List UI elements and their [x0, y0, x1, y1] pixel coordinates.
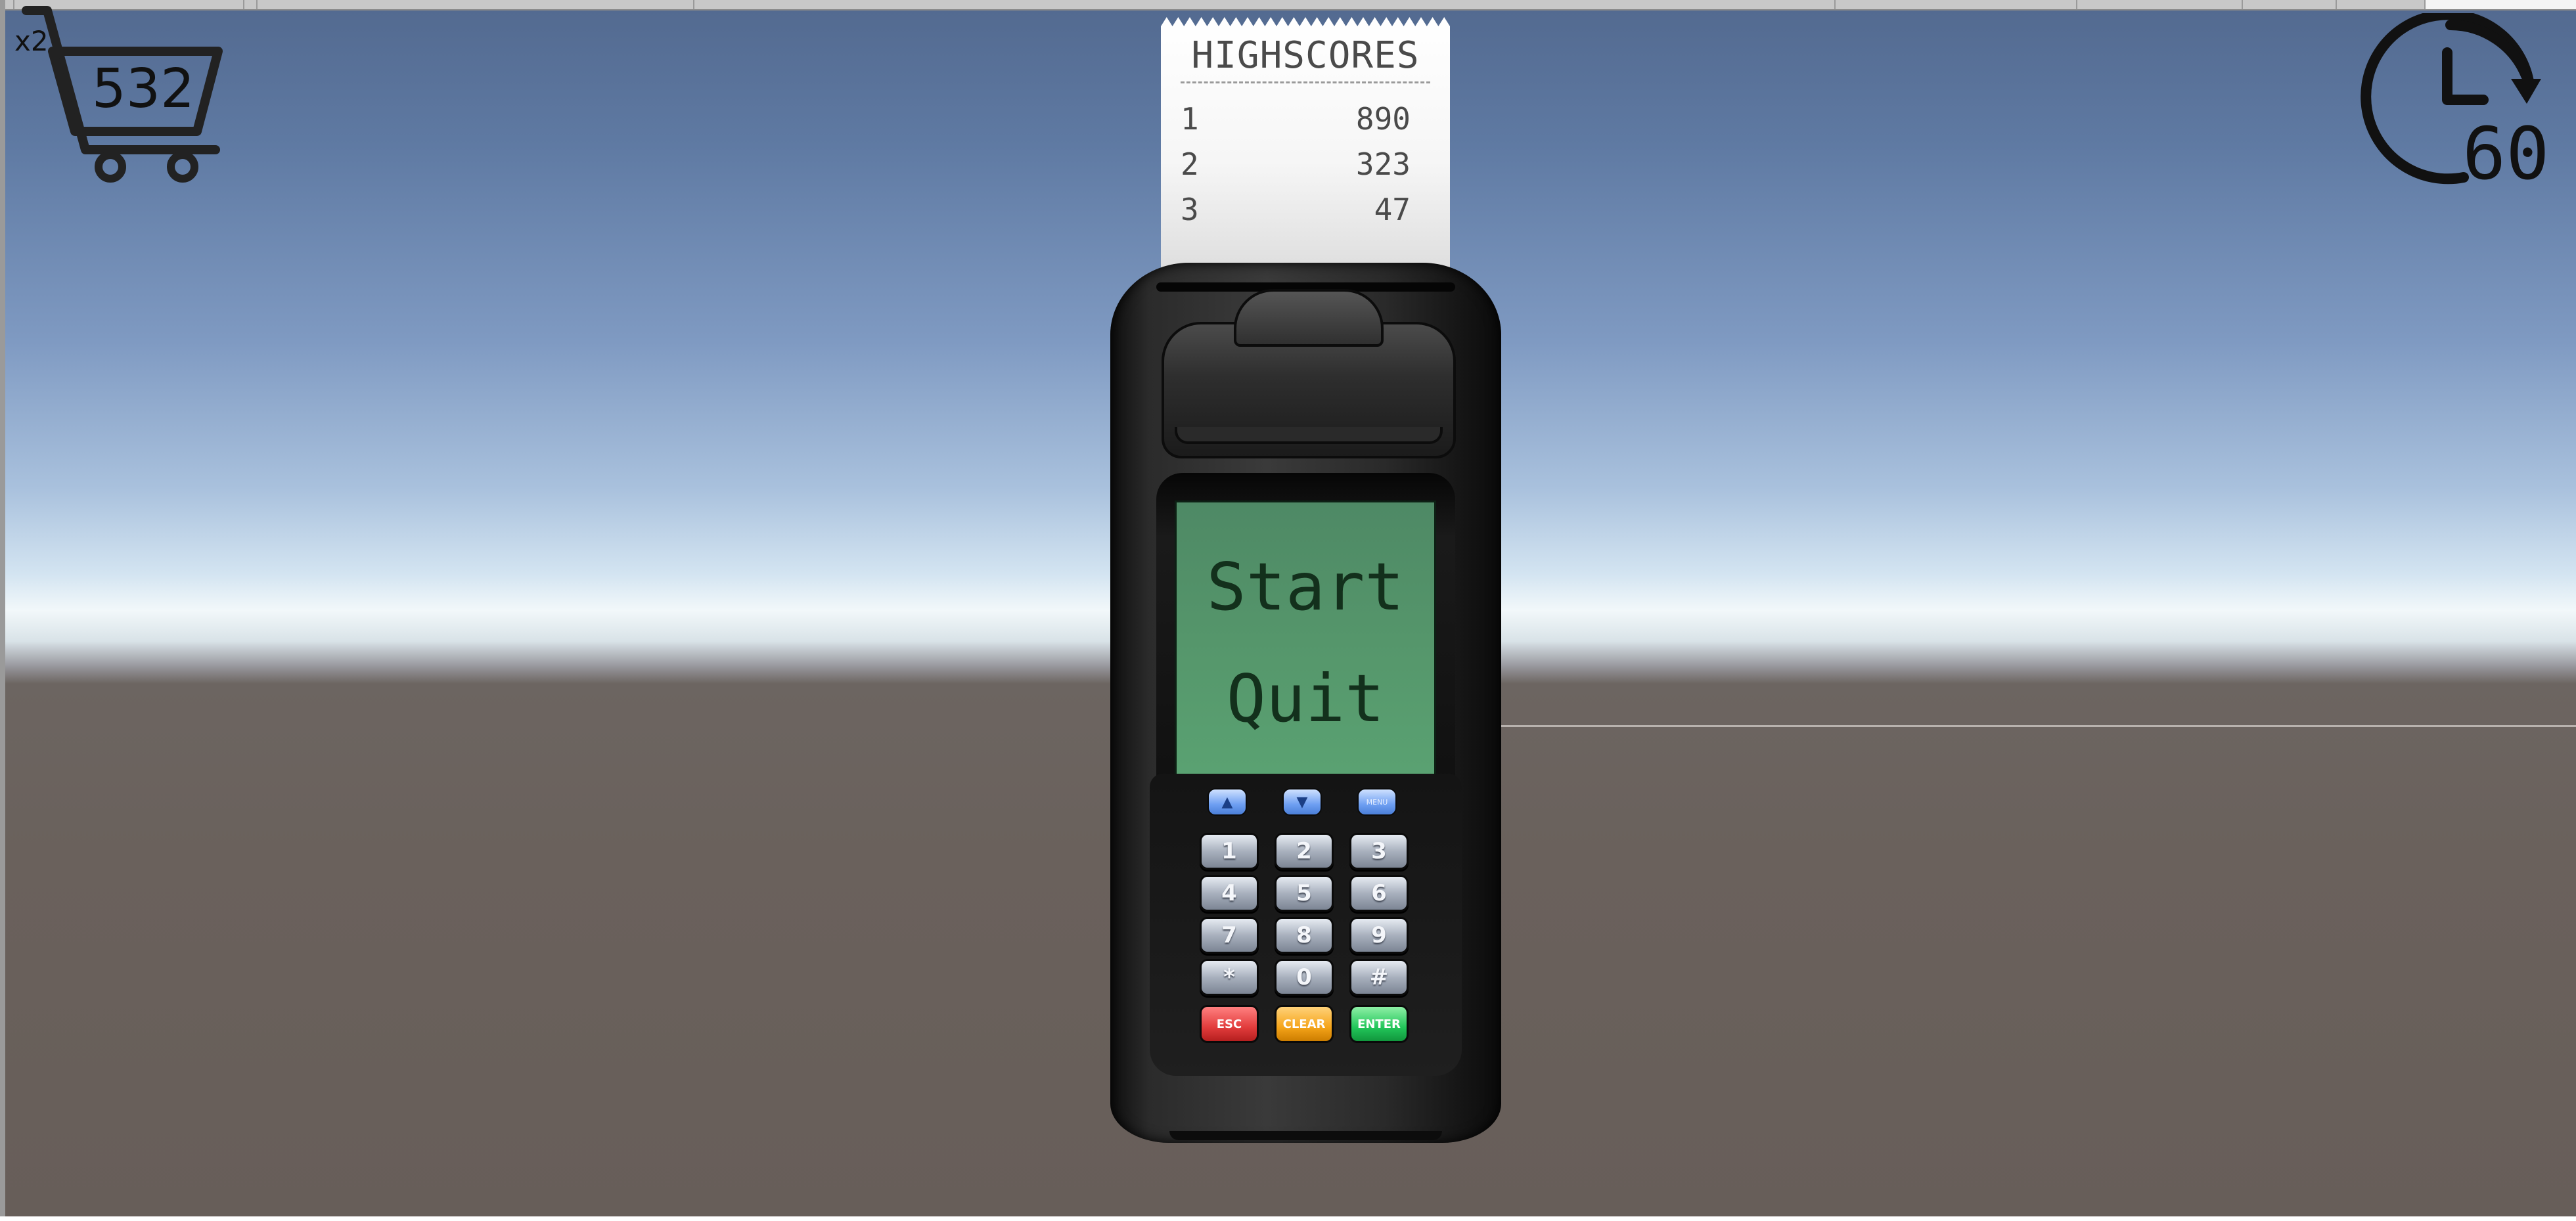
down-arrow-icon: ▼ — [1296, 793, 1308, 810]
quit-menu-item[interactable]: Quit — [1177, 660, 1434, 737]
timer-hud: 60 — [2359, 9, 2569, 197]
toolbar-field — [2424, 0, 2576, 9]
window-edge — [0, 0, 5, 1221]
highscore-rank: 3 — [1181, 192, 1199, 227]
highscore-row: 2 323 — [1181, 146, 1411, 186]
window-edge — [0, 1216, 2576, 1221]
score-multiplier: x2 — [14, 25, 49, 57]
cart-score-value: 532 — [91, 58, 195, 120]
cart-score-hud: x2 532 — [7, 5, 237, 189]
game-scene: x2 532 60 HIGHSCORES 1 890 2 323 3 47 St… — [0, 0, 2576, 1221]
keypad: ▲ ▼ MENU 1 2 3 4 5 6 7 8 9 * 0 # ESC CLE… — [1150, 774, 1462, 1076]
highscore-rank: 2 — [1181, 146, 1199, 182]
toolbar-divider — [256, 0, 258, 9]
payment-terminal: Start Quit ▲ ▼ MENU 1 2 3 4 5 6 7 8 9 * … — [1110, 263, 1501, 1143]
start-menu-item[interactable]: Start — [1177, 548, 1434, 625]
timer-value: 60 — [2462, 112, 2550, 196]
highscore-value: 323 — [1355, 146, 1411, 182]
key-4[interactable]: 4 — [1200, 875, 1259, 912]
highscore-value: 890 — [1355, 101, 1411, 137]
receipt-divider — [1181, 81, 1430, 83]
key-6[interactable]: 6 — [1349, 875, 1409, 912]
key-star[interactable]: * — [1200, 959, 1259, 996]
lcd-menu-screen: Start Quit — [1175, 500, 1436, 780]
key-5[interactable]: 5 — [1275, 875, 1334, 912]
toolbar-divider — [2242, 0, 2244, 9]
nav-down-key[interactable]: ▼ — [1282, 788, 1322, 816]
toolbar-divider — [2336, 0, 2338, 9]
top-toolbar-strip — [0, 0, 2576, 11]
highscore-row: 3 47 — [1181, 192, 1411, 231]
key-0[interactable]: 0 — [1275, 959, 1334, 996]
esc-key[interactable]: ESC — [1200, 1005, 1259, 1043]
highscore-row: 1 890 — [1181, 101, 1411, 141]
menu-key[interactable]: MENU — [1357, 788, 1397, 816]
toolbar-divider — [1834, 0, 1836, 9]
enter-key[interactable]: ENTER — [1349, 1005, 1409, 1043]
key-8[interactable]: 8 — [1275, 917, 1334, 954]
key-1[interactable]: 1 — [1200, 833, 1259, 870]
printer-lid-lip — [1175, 427, 1443, 444]
highscore-value: 47 — [1374, 192, 1411, 227]
menu-key-label: MENU — [1366, 797, 1388, 807]
clear-key[interactable]: CLEAR — [1275, 1005, 1334, 1043]
key-7[interactable]: 7 — [1200, 917, 1259, 954]
highscores-title: HIGHSCORES — [1191, 34, 1420, 77]
key-2[interactable]: 2 — [1275, 833, 1334, 870]
toolbar-divider — [2076, 0, 2078, 9]
toolbar-divider — [243, 0, 245, 9]
up-arrow-icon: ▲ — [1221, 793, 1233, 810]
printer-lid-tab — [1234, 289, 1384, 347]
highscores-receipt: HIGHSCORES 1 890 2 323 3 47 — [1161, 17, 1450, 280]
key-9[interactable]: 9 — [1349, 917, 1409, 954]
highscore-rank: 1 — [1181, 101, 1199, 137]
key-hash[interactable]: # — [1349, 959, 1409, 996]
toolbar-divider — [693, 0, 695, 9]
horizon-line — [1491, 725, 2576, 727]
key-3[interactable]: 3 — [1349, 833, 1409, 870]
terminal-base — [1169, 1131, 1442, 1140]
nav-up-key[interactable]: ▲ — [1208, 788, 1247, 816]
